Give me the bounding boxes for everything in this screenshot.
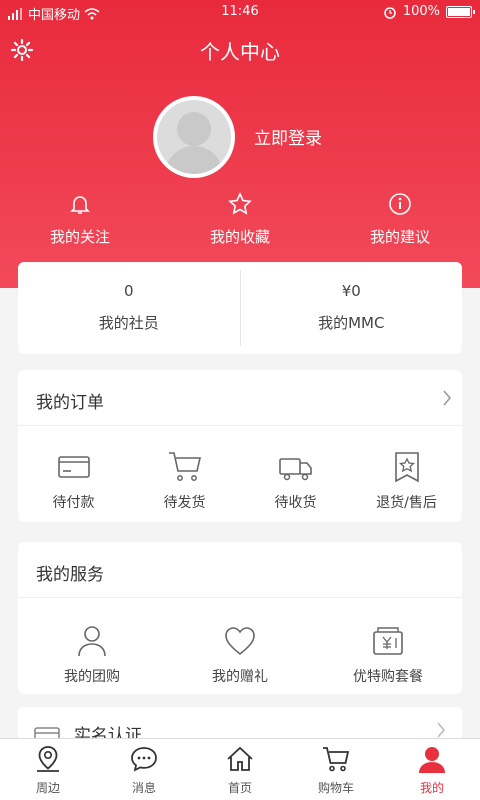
star-icon: [228, 192, 252, 215]
tab-label: 消息: [131, 781, 156, 795]
bottom-tab-bar: 周边 消息 首页 购物车 我的: [0, 738, 480, 800]
order-pending-receipt[interactable]: 待收货: [240, 426, 351, 522]
tab-messages[interactable]: 消息: [96, 739, 192, 800]
service-label: 优特购套餐: [353, 669, 423, 685]
order-pending-payment[interactable]: 待付款: [18, 426, 129, 522]
services-header: 我的服务: [18, 542, 462, 598]
quick-link-label: 我的收藏: [209, 228, 270, 246]
services-title: 我的服务: [36, 565, 104, 585]
location-icon: [37, 746, 59, 772]
quick-link-follow[interactable]: 我的关注: [0, 192, 160, 252]
quick-link-suggestions[interactable]: 我的建议: [320, 192, 480, 252]
wallet-yen-icon: [373, 627, 403, 655]
service-label: 我的赠礼: [212, 669, 268, 685]
tab-label: 首页: [227, 781, 252, 795]
cart-icon: [168, 452, 201, 481]
alarm-icon: [384, 6, 396, 19]
order-label: 待收货: [274, 495, 317, 511]
quick-link-label: 我的建议: [369, 228, 430, 246]
avatar[interactable]: [153, 96, 235, 178]
order-label: 待付款: [52, 495, 95, 511]
quick-link-favorites[interactable]: 我的收藏: [160, 192, 320, 252]
tab-label: 购物车: [317, 781, 354, 795]
info-icon: [389, 193, 411, 215]
return-star-icon: [394, 452, 419, 483]
truck-icon: [278, 458, 312, 481]
quick-link-label: 我的关注: [49, 228, 110, 246]
page-title: 个人中心: [200, 40, 280, 64]
order-pending-shipment[interactable]: 待发货: [129, 426, 240, 522]
tab-nearby[interactable]: 周边: [0, 739, 96, 800]
bell-icon: [70, 196, 90, 214]
card-icon: [57, 456, 90, 478]
tab-cart[interactable]: 购物车: [288, 739, 384, 800]
services-card: 我的服务 我的团购 我的赠礼 优特购套餐: [18, 542, 462, 694]
login-link[interactable]: 立即登录: [254, 124, 322, 149]
heart-icon: [225, 627, 255, 656]
service-package[interactable]: 优特购套餐: [314, 598, 462, 694]
quick-links: 我的关注 我的收藏 我的建议: [0, 192, 480, 252]
top-bar: 个人中心: [0, 26, 480, 72]
stat-label: 我的社员: [98, 314, 159, 332]
orders-card: 我的订单 待付款 待发货 待收货 退货/售后: [18, 370, 462, 522]
stat-mmc[interactable]: ¥0 我的MMC: [239, 270, 463, 346]
chevron-right-icon: [443, 390, 452, 406]
order-label: 待发货: [163, 495, 206, 511]
battery-percent: 100%: [402, 4, 440, 19]
chevron-right-icon: [437, 722, 446, 738]
chat-icon: [131, 747, 157, 772]
stat-label: 我的MMC: [318, 314, 385, 332]
tab-label: 周边: [35, 781, 60, 795]
stat-members[interactable]: 0 我的社员: [18, 262, 240, 354]
cart-icon: [323, 747, 350, 772]
stat-value: 0: [123, 282, 134, 300]
orders-header[interactable]: 我的订单: [18, 370, 462, 426]
order-returns[interactable]: 退货/售后: [351, 426, 462, 522]
service-group-buy[interactable]: 我的团购: [18, 598, 166, 694]
orders-title: 我的订单: [36, 393, 104, 413]
status-bar: 中国移动 11:46 100%: [0, 0, 480, 24]
person-icon: [78, 626, 106, 657]
service-label: 我的团购: [64, 669, 120, 685]
order-label: 退货/售后: [376, 495, 437, 511]
service-gifts[interactable]: 我的赠礼: [166, 598, 314, 694]
stat-value: ¥0: [341, 282, 361, 300]
user-icon: [419, 747, 445, 773]
page: 中国移动 11:46 100% 个人中心 立即登录 我的关注 我的收藏 我的建议…: [0, 0, 480, 800]
home-icon: [227, 746, 253, 771]
tab-mine[interactable]: 我的: [384, 739, 480, 800]
stats-card: 0 我的社员 ¥0 我的MMC: [18, 262, 462, 354]
tab-home[interactable]: 首页: [192, 739, 288, 800]
tab-label: 我的: [419, 781, 444, 795]
battery-icon: [446, 5, 475, 18]
